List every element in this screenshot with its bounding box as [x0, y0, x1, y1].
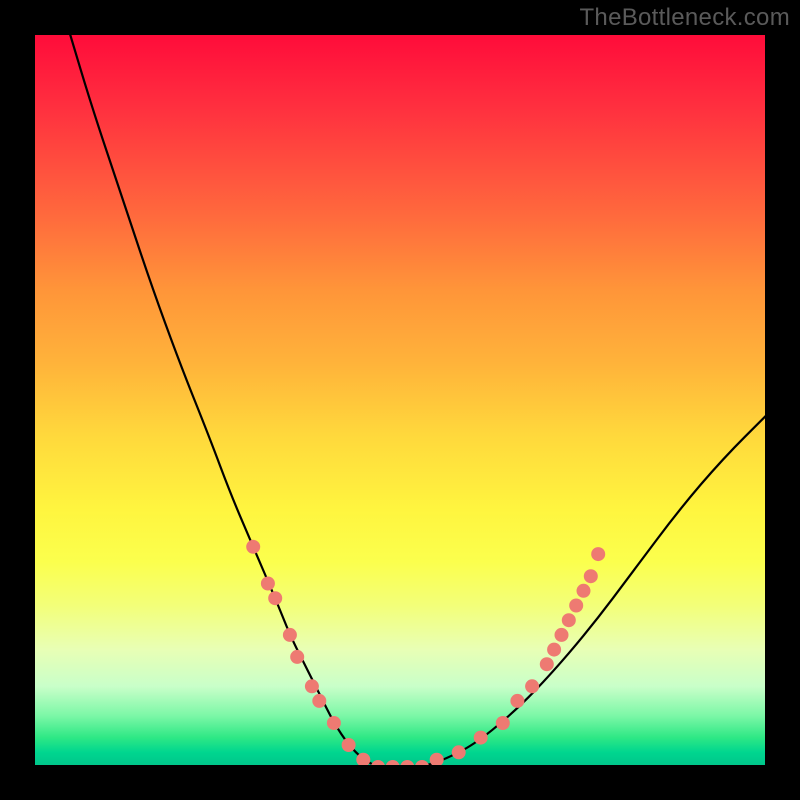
marker-point	[555, 628, 569, 642]
marker-point	[327, 716, 341, 730]
marker-point	[246, 540, 260, 554]
marker-point	[569, 599, 583, 613]
marker-point	[562, 613, 576, 627]
marker-point	[510, 694, 524, 708]
marker-point	[305, 679, 319, 693]
marker-point	[371, 760, 385, 767]
marker-point	[283, 628, 297, 642]
marker-point	[540, 657, 554, 671]
marker-point	[261, 577, 275, 591]
marker-point	[591, 547, 605, 561]
marker-point	[400, 760, 414, 767]
marker-point	[525, 679, 539, 693]
marker-point	[386, 760, 400, 767]
marker-point	[577, 584, 591, 598]
marker-point	[430, 753, 444, 767]
plot-area	[33, 33, 767, 767]
marker-point	[356, 753, 370, 767]
marker-point	[268, 591, 282, 605]
marker-point	[452, 745, 466, 759]
marker-point	[547, 643, 561, 657]
marker-point	[496, 716, 510, 730]
chart-frame: TheBottleneck.com	[0, 0, 800, 800]
marker-point	[584, 569, 598, 583]
watermark-text: TheBottleneck.com	[579, 4, 790, 32]
curve-markers	[33, 33, 767, 767]
marker-point	[342, 738, 356, 752]
marker-point	[415, 760, 429, 767]
marker-point	[312, 694, 326, 708]
marker-point	[474, 731, 488, 745]
marker-point	[290, 650, 304, 664]
